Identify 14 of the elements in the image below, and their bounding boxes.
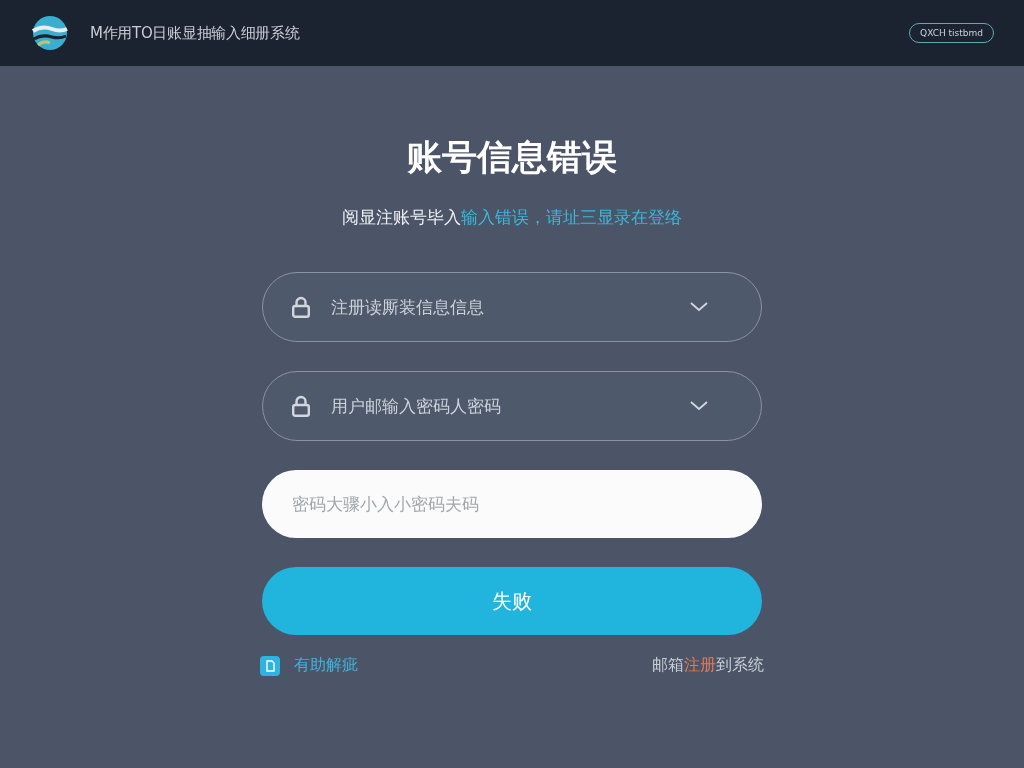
document-icon: [260, 655, 280, 676]
help-link[interactable]: 有助解疵: [294, 655, 358, 676]
error-message: 阅显注账号毕入输入错误，请址三显录在登络: [342, 206, 682, 228]
register-link[interactable]: 邮箱注册到系统: [652, 655, 764, 676]
page-heading: 账号信息错误: [407, 136, 617, 179]
input-field[interactable]: 密码大骤小入小密码夫码: [262, 470, 762, 538]
chevron-down-icon: [690, 401, 708, 411]
app-title: M作用TO日账显抽输入细册系统: [90, 23, 300, 43]
lock-icon: [292, 296, 310, 318]
dropdown-field[interactable]: 注册读厮装信息信息: [262, 272, 762, 342]
lock-icon: [292, 395, 310, 417]
dropdown-field[interactable]: 用户邮输入密码人密码: [262, 371, 762, 441]
chevron-down-icon: [690, 302, 708, 312]
logo-icon: [32, 15, 68, 51]
